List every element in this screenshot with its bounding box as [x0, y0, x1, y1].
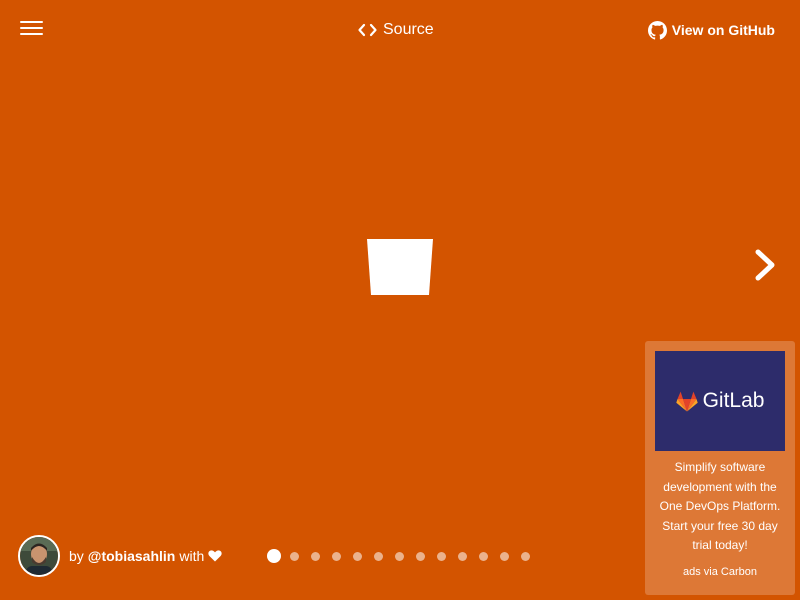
- pagination-dot-3[interactable]: [311, 551, 320, 561]
- with-label: with: [179, 548, 205, 564]
- pagination-dot-13[interactable]: [521, 551, 530, 561]
- source-link[interactable]: Source: [358, 20, 434, 40]
- avatar-image: [20, 537, 58, 575]
- gitlab-fox-icon: [675, 391, 698, 411]
- pagination-dot-8[interactable]: [416, 551, 425, 561]
- pagination-dot-4[interactable]: [332, 551, 341, 561]
- pagination-dot-10[interactable]: [458, 551, 467, 561]
- code-brackets-icon: [358, 23, 377, 37]
- pagination-dot-5[interactable]: [353, 551, 362, 561]
- pagination-dot-12[interactable]: [500, 551, 509, 561]
- author-avatar[interactable]: [18, 535, 60, 577]
- author-handle-link[interactable]: @tobiasahlin: [88, 548, 176, 564]
- github-label: View on GitHub: [671, 22, 775, 38]
- carbon-ad: GitLab Simplify software development wit…: [645, 341, 795, 595]
- menu-icon-bar: [20, 27, 43, 29]
- menu-icon-bar: [20, 33, 43, 35]
- chevron-right-icon[interactable]: [752, 248, 780, 282]
- heart-icon: [208, 550, 222, 562]
- pagination-dots: [267, 548, 542, 564]
- pagination-dot-2[interactable]: [290, 551, 299, 561]
- pagination-dot-7[interactable]: [395, 551, 404, 561]
- cup-shape-icon: [367, 239, 433, 295]
- ad-brand-name: GitLab: [702, 389, 765, 412]
- author-credit: by @tobiasahlin with: [18, 533, 222, 579]
- pagination-dot-1[interactable]: [267, 549, 281, 563]
- by-label: by: [69, 548, 84, 564]
- source-label: Source: [383, 21, 434, 38]
- pagination-dot-9[interactable]: [437, 551, 446, 561]
- menu-button[interactable]: [20, 19, 44, 37]
- pagination-dot-6[interactable]: [374, 551, 383, 561]
- ad-via-link[interactable]: ads via Carbon: [645, 566, 795, 578]
- github-link[interactable]: View on GitHub: [647, 19, 775, 41]
- menu-icon-bar: [20, 21, 43, 23]
- pagination-dot-11[interactable]: [479, 551, 488, 561]
- ad-image[interactable]: GitLab: [655, 351, 785, 451]
- ad-text[interactable]: Simplify software development with the O…: [651, 458, 789, 556]
- github-logo-icon: [647, 20, 667, 40]
